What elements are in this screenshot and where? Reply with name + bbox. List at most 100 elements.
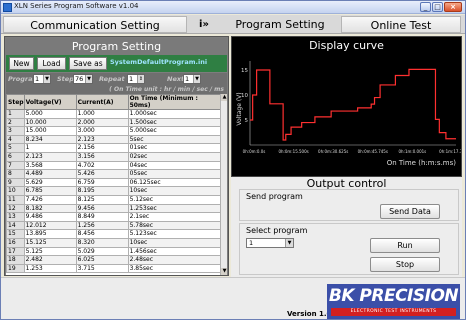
table-row[interactable]: 11 7.426 8.125 5.12sec <box>6 194 221 205</box>
on-time-cell[interactable]: 01sec <box>127 143 221 153</box>
current-cell[interactable]: 1.000 <box>75 109 129 119</box>
table-row[interactable]: 8 4.489 5.426 05sec <box>6 169 221 179</box>
table-row[interactable]: 14 12.012 1.256 5.78sec <box>6 220 221 231</box>
on-time-cell[interactable]: 04sec <box>127 160 221 171</box>
on-time-cell[interactable]: 10sec <box>127 186 221 196</box>
table-row[interactable]: 15 13.895 8.456 5.123sec <box>6 229 221 239</box>
voltage-cell[interactable]: 6.785 <box>23 186 77 196</box>
voltage-cell[interactable]: 9.486 <box>23 212 77 222</box>
on-time-cell[interactable]: 5.123sec <box>127 229 221 239</box>
voltage-cell[interactable]: 4.489 <box>23 169 77 179</box>
current-cell[interactable]: 8.125 <box>75 194 129 205</box>
tab-communication-setting[interactable]: Communication Setting <box>3 16 187 33</box>
close-button[interactable]: × <box>444 2 462 12</box>
run-button[interactable]: Run <box>370 238 440 253</box>
table-row[interactable]: 7 3.568 4.702 04sec <box>6 160 221 171</box>
save-as-button[interactable]: Save as <box>69 57 107 70</box>
scroll-down-icon[interactable]: ▼ <box>221 268 227 275</box>
on-time-cell[interactable]: 10sec <box>127 237 221 248</box>
table-row[interactable]: 18 2.482 6.025 2.48sec <box>6 255 221 265</box>
voltage-cell[interactable]: 2.123 <box>23 151 77 162</box>
table-row[interactable]: 19 1.253 3.715 3.85sec <box>6 263 221 274</box>
current-cell[interactable]: 4.702 <box>75 160 129 171</box>
voltage-cell[interactable]: 1.253 <box>23 263 77 274</box>
send-program-label: Send program <box>246 192 303 201</box>
on-time-cell[interactable]: 1.500sec <box>127 117 221 128</box>
current-cell[interactable]: 5.029 <box>75 246 129 257</box>
voltage-cell[interactable]: 5.125 <box>23 246 77 257</box>
voltage-cell[interactable]: 13.895 <box>23 229 77 239</box>
table-row[interactable]: 13 9.486 8.849 2.1sec <box>6 212 221 222</box>
table-row[interactable]: 17 5.125 5.029 1.456sec <box>6 246 221 257</box>
voltage-cell[interactable]: 15.125 <box>23 237 77 248</box>
on-time-cell[interactable]: 5.12sec <box>127 194 221 205</box>
on-time-cell[interactable]: 2.1sec <box>127 212 221 222</box>
voltage-cell[interactable]: 8.182 <box>23 203 77 214</box>
current-cell[interactable]: 8.320 <box>75 237 129 248</box>
current-cell[interactable]: 9.456 <box>75 203 129 214</box>
current-cell[interactable]: 1.256 <box>75 220 129 231</box>
tab-online-test[interactable]: Online Test <box>341 16 461 33</box>
on-time-cell[interactable]: 5.78sec <box>127 220 221 231</box>
current-cell[interactable]: 3.715 <box>75 263 129 274</box>
voltage-cell[interactable]: 12.012 <box>23 220 77 231</box>
scroll-up-icon[interactable]: ▲ <box>221 94 227 101</box>
stop-button[interactable]: Stop <box>370 257 440 272</box>
current-cell[interactable]: 3.000 <box>75 126 129 136</box>
voltage-cell[interactable]: 5.000 <box>23 109 77 119</box>
current-cell[interactable]: 8.456 <box>75 229 129 239</box>
select-program-dropdown[interactable]: 1 ▼ <box>246 238 294 248</box>
voltage-cell[interactable]: 8.234 <box>23 134 77 145</box>
table-row[interactable]: 6 2.123 3.156 02sec <box>6 151 221 162</box>
on-time-cell[interactable]: 1.456sec <box>127 246 221 257</box>
tab-program-setting[interactable]: Program Setting <box>221 16 339 33</box>
table-row[interactable]: 1 5.000 1.000 1.000sec <box>6 109 221 119</box>
current-cell[interactable]: 6.759 <box>75 177 129 188</box>
on-time-cell[interactable]: 05sec <box>127 169 221 179</box>
current-cell[interactable]: 6.025 <box>75 255 129 265</box>
title-bar[interactable]: XLN Series Program Software v1.04 _ □ × <box>1 1 465 14</box>
send-data-button[interactable]: Send Data <box>380 204 440 219</box>
table-row[interactable]: 2 10.000 2.000 1.500sec <box>6 117 221 128</box>
next-select[interactable]: 1 ▼ <box>183 74 201 84</box>
on-time-cell[interactable]: 2.48sec <box>127 255 221 265</box>
voltage-cell[interactable]: 2.482 <box>23 255 77 265</box>
on-time-cell[interactable]: 02sec <box>127 151 221 162</box>
on-time-cell[interactable]: 3.85sec <box>127 263 221 274</box>
repeat-spinner[interactable]: 1 ⇕ <box>127 74 145 84</box>
step-select[interactable]: 76 ▼ <box>73 74 93 84</box>
maximize-button[interactable]: □ <box>432 2 443 12</box>
table-row[interactable]: 3 15.000 3.000 5.000sec <box>6 126 221 136</box>
current-cell[interactable]: 2.156 <box>75 143 129 153</box>
table-row[interactable]: 5 1 2.156 01sec <box>6 143 221 153</box>
voltage-cell[interactable]: 5.629 <box>23 177 77 188</box>
current-cell[interactable]: 8.195 <box>75 186 129 196</box>
table-row[interactable]: 10 6.785 8.195 10sec <box>6 186 221 196</box>
current-cell[interactable]: 3.156 <box>75 151 129 162</box>
voltage-cell[interactable]: 3.568 <box>23 160 77 171</box>
table-row[interactable]: 9 5.629 6.759 06.125sec <box>6 177 221 188</box>
on-time-cell[interactable]: 5sec <box>127 134 221 145</box>
current-cell[interactable]: 2.123 <box>75 134 129 145</box>
current-cell[interactable]: 2.000 <box>75 117 129 128</box>
voltage-cell[interactable]: 1 <box>23 143 77 153</box>
table-scrollbar[interactable]: ▲ ▼ <box>220 94 227 275</box>
current-cell[interactable]: 8.849 <box>75 212 129 222</box>
program-select[interactable]: 1 ▼ <box>33 74 51 84</box>
load-button[interactable]: Load <box>37 57 66 70</box>
on-time-cell[interactable]: 1.253sec <box>127 203 221 214</box>
step-cell: 15 <box>6 229 25 239</box>
voltage-cell[interactable]: 7.426 <box>23 194 77 205</box>
minimize-button[interactable]: _ <box>420 2 431 12</box>
on-time-cell[interactable]: 06.125sec <box>127 177 221 188</box>
voltage-cell[interactable]: 10.000 <box>23 117 77 128</box>
on-time-cell[interactable]: 5.000sec <box>127 126 221 136</box>
table-row[interactable]: 16 15.125 8.320 10sec <box>6 237 221 248</box>
new-button[interactable]: New <box>9 57 34 70</box>
chevron-down-icon: ▼ <box>193 75 200 83</box>
voltage-cell[interactable]: 15.000 <box>23 126 77 136</box>
table-row[interactable]: 12 8.182 9.456 1.253sec <box>6 203 221 214</box>
table-row[interactable]: 4 8.234 2.123 5sec <box>6 134 221 145</box>
current-cell[interactable]: 5.426 <box>75 169 129 179</box>
on-time-cell[interactable]: 1.000sec <box>127 109 221 119</box>
